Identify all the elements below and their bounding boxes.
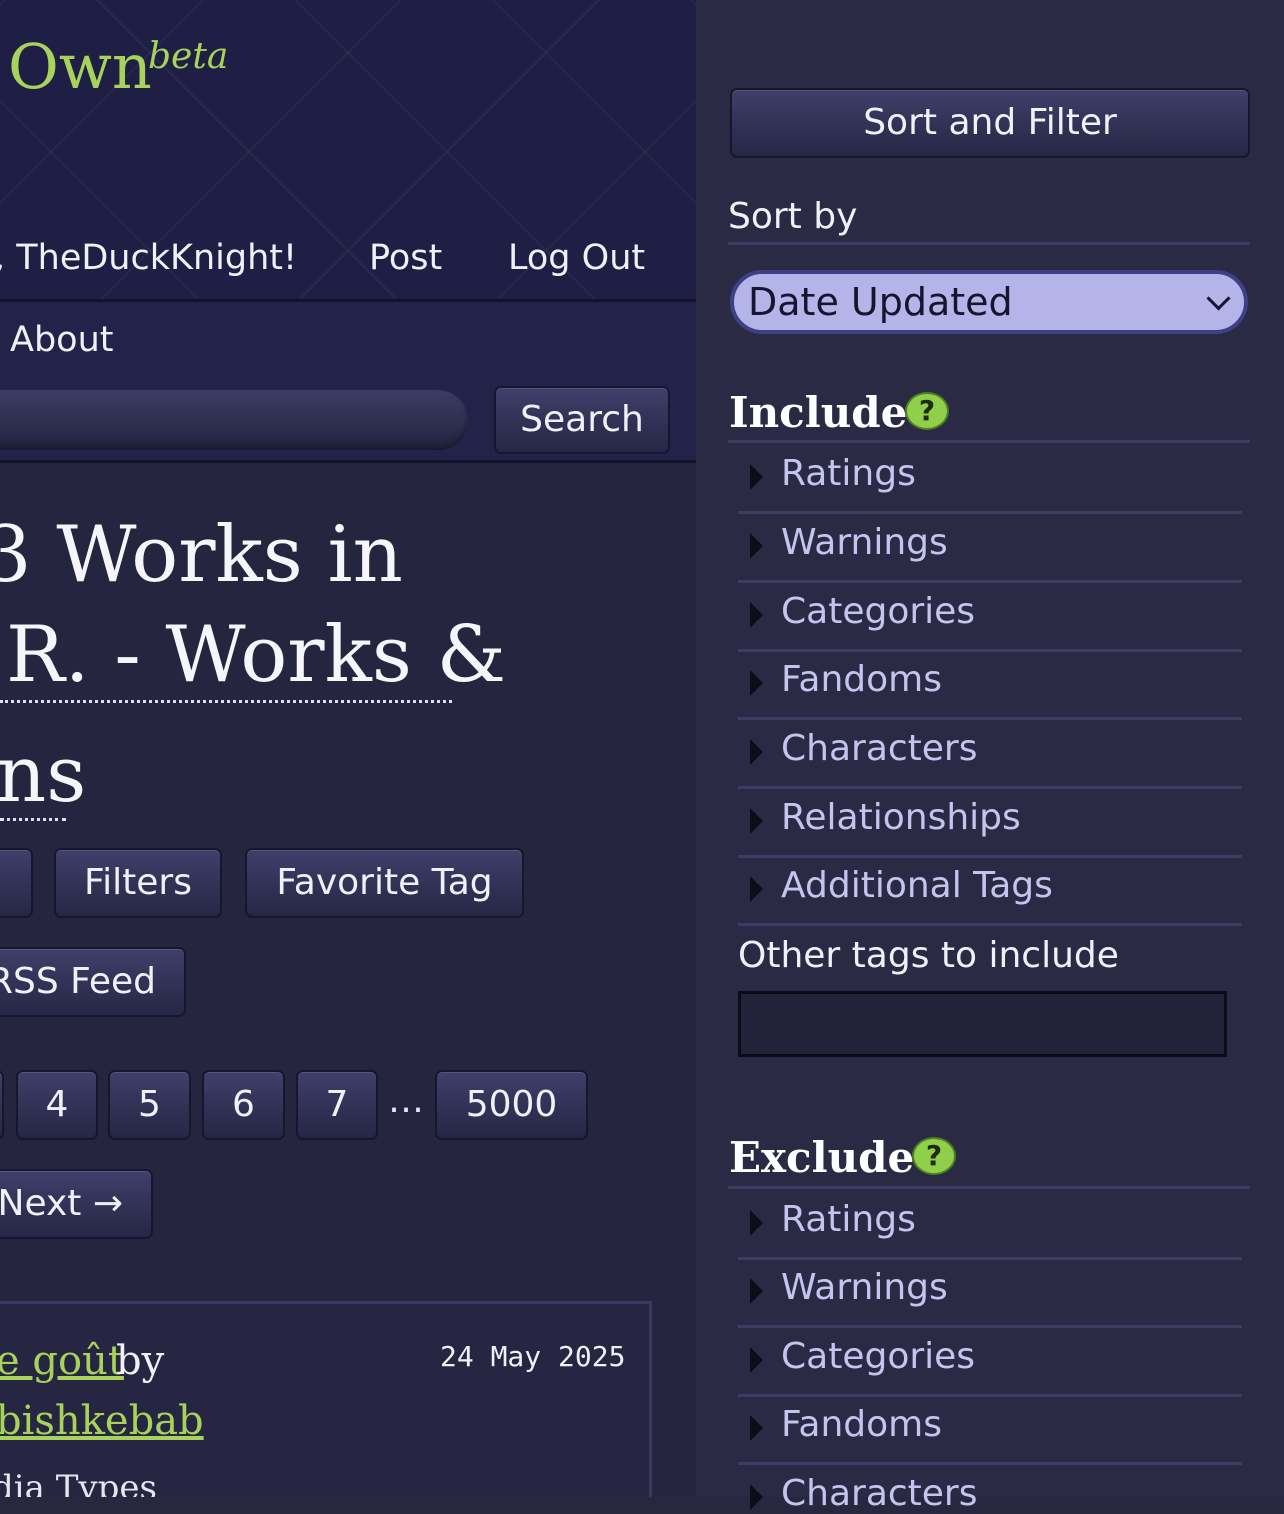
divider xyxy=(728,242,1250,245)
post-link[interactable]: Post xyxy=(369,238,442,278)
site-header: Own beta , TheDuckKnight! Post Log Out xyxy=(0,0,696,300)
expand-triangle-icon xyxy=(750,739,763,765)
expand-triangle-icon xyxy=(750,670,763,696)
work-by-label: by xyxy=(116,1338,165,1384)
page-title-line-2[interactable]: R. - Works & xyxy=(6,610,506,700)
other-tags-include-label: Other tags to include xyxy=(738,935,1119,976)
exclude-fandoms-toggle[interactable]: Fandoms xyxy=(738,1394,1242,1465)
exclude-help-icon[interactable]: ? xyxy=(912,1137,956,1175)
pagination-page-5[interactable]: 5 xyxy=(108,1070,191,1140)
expand-triangle-icon xyxy=(750,1210,763,1236)
filter-item-label: Fandoms xyxy=(781,659,942,700)
expand-triangle-icon xyxy=(750,1347,763,1373)
nav-about-link[interactable]: About xyxy=(10,320,113,360)
exclude-ratings-toggle[interactable]: Ratings xyxy=(738,1189,1242,1260)
pagination-last-page[interactable]: 5000 xyxy=(435,1070,588,1140)
expand-triangle-icon xyxy=(750,1278,763,1304)
expand-triangle-icon xyxy=(750,533,763,559)
include-characters-toggle[interactable]: Characters xyxy=(738,718,1242,789)
filter-item-label: Fandoms xyxy=(781,1404,942,1445)
other-tags-include-input[interactable] xyxy=(738,991,1227,1057)
page-title-line-1: 3 Works in xyxy=(0,510,403,600)
sort-by-label: Sort by xyxy=(728,196,858,237)
exclude-heading: Exclude xyxy=(729,1133,915,1182)
include-fandoms-toggle[interactable]: Fandoms xyxy=(738,649,1242,720)
filter-item-label: Warnings xyxy=(781,522,948,563)
sort-by-select[interactable]: Date Updated xyxy=(730,270,1248,334)
include-additional-tags-toggle[interactable]: Additional Tags xyxy=(738,855,1242,926)
exclude-warnings-toggle[interactable]: Warnings xyxy=(738,1257,1242,1328)
sort-and-filter-button[interactable]: Sort and Filter xyxy=(730,88,1250,158)
beta-badge: beta xyxy=(148,36,229,77)
pagination-page-4[interactable]: 4 xyxy=(16,1070,98,1140)
include-categories-toggle[interactable]: Categories xyxy=(738,581,1242,652)
include-relationships-toggle[interactable]: Relationships xyxy=(738,787,1242,858)
filters-button[interactable]: Filters xyxy=(54,848,222,918)
work-author-link[interactable]: bishkebab xyxy=(0,1398,204,1444)
filter-item-label: Characters xyxy=(781,1473,978,1514)
include-help-icon[interactable]: ? xyxy=(905,392,949,430)
expand-triangle-icon xyxy=(750,876,763,902)
include-ratings-toggle[interactable]: Ratings xyxy=(738,443,1242,514)
work-date: 24 May 2025 xyxy=(440,1340,626,1373)
expand-triangle-icon xyxy=(750,1484,763,1510)
pagination-gap: … xyxy=(388,1080,424,1121)
site-search-input[interactable] xyxy=(0,390,468,450)
expand-triangle-icon xyxy=(750,1415,763,1441)
next-page-button[interactable]: Next → xyxy=(0,1169,153,1239)
filter-item-label: Categories xyxy=(781,1336,976,1377)
work-title-link[interactable]: e goût xyxy=(0,1338,124,1384)
include-heading: Include xyxy=(729,388,908,437)
favorite-tag-button[interactable]: Favorite Tag xyxy=(245,848,524,918)
user-greeting-link[interactable]: , TheDuckKnight! xyxy=(0,238,297,278)
action-button-partial[interactable] xyxy=(0,848,33,918)
search-button[interactable]: Search xyxy=(494,386,670,454)
filter-item-label: Ratings xyxy=(781,1199,916,1240)
filter-item-label: Warnings xyxy=(781,1267,948,1308)
page-title-line-3[interactable]: ns xyxy=(0,730,86,820)
expand-triangle-icon xyxy=(750,464,763,490)
pagination-page-7[interactable]: 7 xyxy=(296,1070,378,1140)
site-logo[interactable]: Own xyxy=(8,30,152,103)
divider xyxy=(0,460,696,463)
filter-sidebar: Sort and Filter Sort by Date Updated Inc… xyxy=(696,0,1284,1514)
filter-item-label: Characters xyxy=(781,728,978,769)
tag-link-underline xyxy=(0,700,452,703)
main-column: Own beta , TheDuckKnight! Post Log Out A… xyxy=(0,0,696,1497)
log-out-link[interactable]: Log Out xyxy=(508,238,645,278)
work-meta-label: dia Types xyxy=(0,1468,157,1497)
filter-item-label: Categories xyxy=(781,591,976,632)
expand-triangle-icon xyxy=(750,602,763,628)
expand-triangle-icon xyxy=(750,808,763,834)
tag-link-underline xyxy=(0,818,66,821)
pagination-page-partial[interactable] xyxy=(0,1070,4,1140)
filter-item-label: Additional Tags xyxy=(781,865,1053,906)
filter-item-label: Relationships xyxy=(781,797,1021,838)
exclude-characters-toggle[interactable]: Characters xyxy=(738,1463,1242,1514)
rss-feed-button[interactable]: RSS Feed xyxy=(0,947,186,1017)
pagination-page-6[interactable]: 6 xyxy=(202,1070,285,1140)
include-warnings-toggle[interactable]: Warnings xyxy=(738,512,1242,583)
exclude-categories-toggle[interactable]: Categories xyxy=(738,1326,1242,1397)
filter-item-label: Ratings xyxy=(781,453,916,494)
